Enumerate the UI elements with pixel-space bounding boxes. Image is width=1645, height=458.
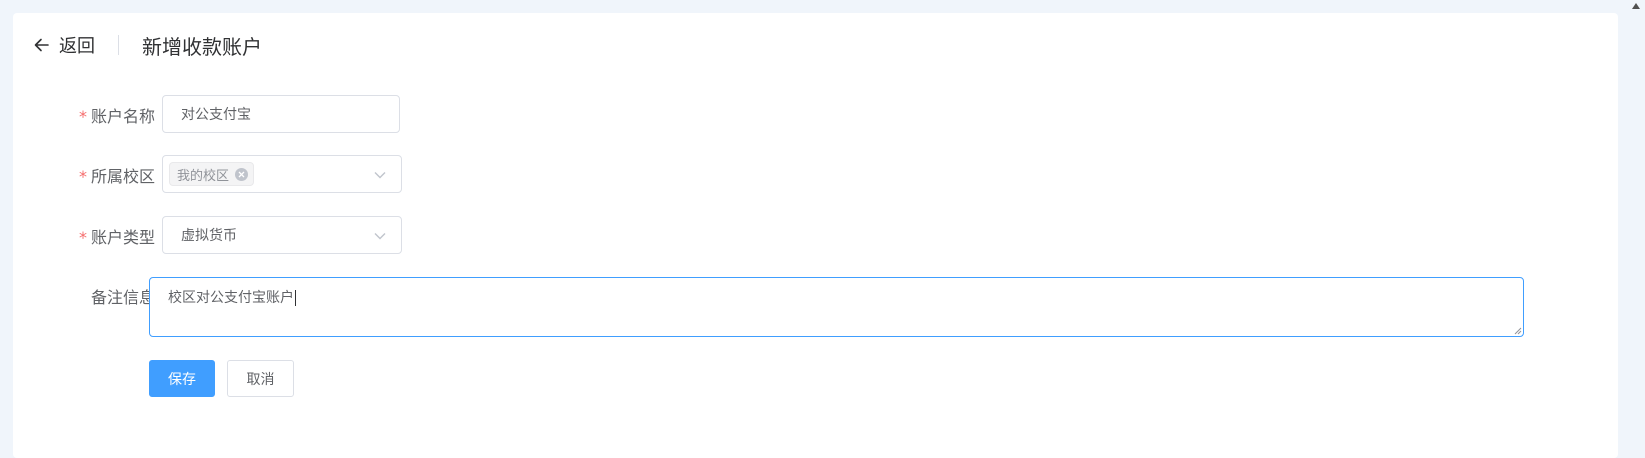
cancel-button[interactable]: 取消 xyxy=(227,360,294,397)
resize-handle-icon[interactable] xyxy=(1514,327,1522,335)
chevron-down-icon xyxy=(374,172,386,179)
required-mark: * xyxy=(78,228,87,247)
account-name-value: 对公支付宝 xyxy=(181,107,251,123)
chevron-down-icon xyxy=(374,233,386,240)
required-mark: * xyxy=(78,167,87,186)
account-type-label: * 账户类型 xyxy=(78,228,155,247)
page-title: 新增收款账户 xyxy=(142,34,262,59)
arrow-left-icon xyxy=(34,38,49,52)
remark-label: 备注信息 xyxy=(90,288,155,307)
campus-tag: 我的校区 xyxy=(169,162,255,186)
campus-label: * 所属校区 xyxy=(78,167,155,186)
text-caret xyxy=(295,290,296,306)
account-type-value: 虚拟货币 xyxy=(181,228,237,244)
remark-value: 校区对公支付宝账户 xyxy=(168,290,294,306)
back-label: 返回 xyxy=(59,36,95,57)
required-mark: * xyxy=(78,107,87,126)
remark-textarea[interactable]: 校区对公支付宝账户 xyxy=(149,277,1524,337)
account-name-input[interactable]: 对公支付宝 xyxy=(162,95,400,133)
campus-tag-label: 我的校区 xyxy=(177,168,230,184)
header-divider xyxy=(118,35,119,55)
account-type-select[interactable]: 虚拟货币 xyxy=(162,216,402,254)
page-header: 返回 新增收款账户 xyxy=(33,32,262,59)
account-name-label: * 账户名称 xyxy=(78,107,155,126)
save-button[interactable]: 保存 xyxy=(149,360,215,397)
form-card: 返回 新增收款账户 * 账户名称 对公支付宝 * 所属校区 我的校区 * 账户类… xyxy=(13,13,1618,458)
back-button[interactable]: 返回 xyxy=(33,32,95,58)
tag-close-icon[interactable] xyxy=(235,167,249,181)
campus-select[interactable]: 我的校区 xyxy=(162,155,402,193)
scroll-up-arrow-icon[interactable] xyxy=(1631,2,1641,10)
